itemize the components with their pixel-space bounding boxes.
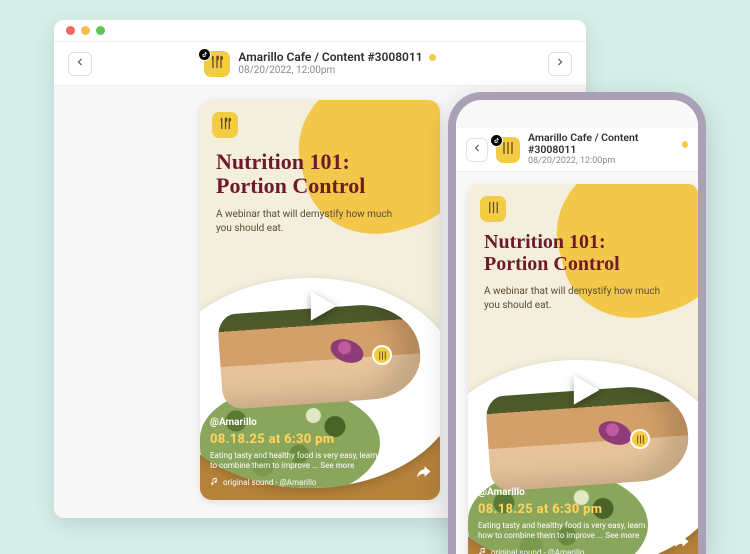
mobile-device-frame: Amarillo Cafe / Content #3008011 08/20/2…	[448, 92, 706, 554]
post-caption: Eating tasty and healthy food is very ea…	[210, 451, 402, 473]
back-button[interactable]	[466, 138, 488, 162]
post-sound[interactable]: original sound - @Amarillo	[210, 477, 402, 490]
content-title: Amarillo Cafe / Content #3008011	[528, 132, 676, 156]
share-button[interactable]	[672, 534, 690, 552]
content-datetime: 08/20/2022, 12:00pm	[238, 65, 435, 77]
brand-circle-badge	[630, 429, 650, 449]
brand-circle-badge	[372, 345, 392, 365]
play-icon	[561, 368, 605, 416]
play-button[interactable]	[298, 286, 342, 330]
utensils-icon	[377, 346, 388, 365]
org-avatar	[204, 51, 230, 77]
play-button[interactable]	[561, 370, 605, 414]
post-caption: Eating tasty and healthy food is very ea…	[478, 521, 660, 543]
utensils-icon	[486, 200, 501, 219]
tiktok-post-preview[interactable]: Nutrition 101: Portion Control A webinar…	[200, 100, 440, 500]
header-text: Amarillo Cafe / Content #3008011 08/20/2…	[528, 132, 688, 166]
post-subheadline: A webinar that will demystify how much y…	[216, 208, 396, 236]
forward-button[interactable]	[548, 52, 572, 76]
music-note-icon	[478, 547, 487, 554]
tiktok-icon	[198, 48, 211, 61]
header-center: Amarillo Cafe / Content #3008011 08/20/2…	[102, 51, 538, 77]
post-action-rail	[414, 400, 432, 482]
see-more-link[interactable]: See more	[320, 461, 354, 470]
comment-button[interactable]	[414, 432, 432, 450]
utensils-icon	[635, 430, 646, 449]
brand-badge	[480, 196, 506, 222]
header-text: Amarillo Cafe / Content #3008011 08/20/2…	[238, 51, 435, 76]
post-overlay: @Amarillo 08.18.25 at 6:30 pm Eating tas…	[478, 486, 660, 554]
chevron-left-icon	[471, 142, 483, 157]
see-more-link[interactable]: See more	[605, 531, 639, 540]
post-overlay: @Amarillo 08.18.25 at 6:30 pm Eating tas…	[210, 416, 402, 490]
mobile-screen: Amarillo Cafe / Content #3008011 08/20/2…	[456, 100, 698, 554]
chevron-left-icon	[74, 56, 86, 71]
like-button[interactable]	[414, 400, 432, 418]
chevron-right-icon	[554, 56, 566, 71]
like-button[interactable]	[672, 470, 690, 488]
traffic-light-zoom[interactable]	[96, 26, 105, 35]
play-icon	[298, 284, 342, 332]
traffic-light-minimize[interactable]	[81, 26, 90, 35]
post-heading: Nutrition 101: Portion Control A webinar…	[484, 232, 680, 313]
post-event-time: 08.18.25 at 6:30 pm	[210, 431, 402, 449]
post-event-time: 08.18.25 at 6:30 pm	[478, 501, 660, 519]
post-handle[interactable]: @Amarillo	[210, 416, 402, 430]
share-button[interactable]	[414, 464, 432, 482]
post-headline: Nutrition 101: Portion Control	[484, 232, 680, 275]
traffic-light-close[interactable]	[66, 26, 75, 35]
content-datetime: 08/20/2022, 12:00pm	[528, 156, 688, 166]
brand-badge	[212, 112, 238, 138]
post-action-rail	[672, 470, 690, 552]
preview-canvas-mobile: Nutrition 101: Portion Control A webinar…	[456, 172, 698, 554]
post-subheadline: A webinar that will demystify how much y…	[484, 285, 664, 313]
tiktok-icon	[490, 134, 503, 147]
post-heading: Nutrition 101: Portion Control A webinar…	[216, 150, 422, 236]
post-headline: Nutrition 101: Portion Control	[216, 150, 422, 198]
content-title: Amarillo Cafe / Content #3008011	[238, 51, 422, 65]
back-button[interactable]	[68, 52, 92, 76]
org-avatar	[496, 137, 520, 163]
status-dot-icon	[429, 54, 436, 61]
music-note-icon	[210, 477, 219, 490]
utensils-icon	[209, 54, 225, 74]
tiktok-post-preview[interactable]: Nutrition 101: Portion Control A webinar…	[468, 184, 698, 554]
post-handle[interactable]: @Amarillo	[478, 486, 660, 500]
content-header-mobile: Amarillo Cafe / Content #3008011 08/20/2…	[456, 128, 698, 172]
mac-titlebar	[54, 20, 586, 42]
utensils-icon	[218, 116, 233, 135]
content-header: Amarillo Cafe / Content #3008011 08/20/2…	[54, 42, 586, 86]
comment-button[interactable]	[672, 502, 690, 520]
status-dot-icon	[682, 141, 688, 148]
post-sound[interactable]: original sound - @Amarillo	[478, 547, 660, 554]
